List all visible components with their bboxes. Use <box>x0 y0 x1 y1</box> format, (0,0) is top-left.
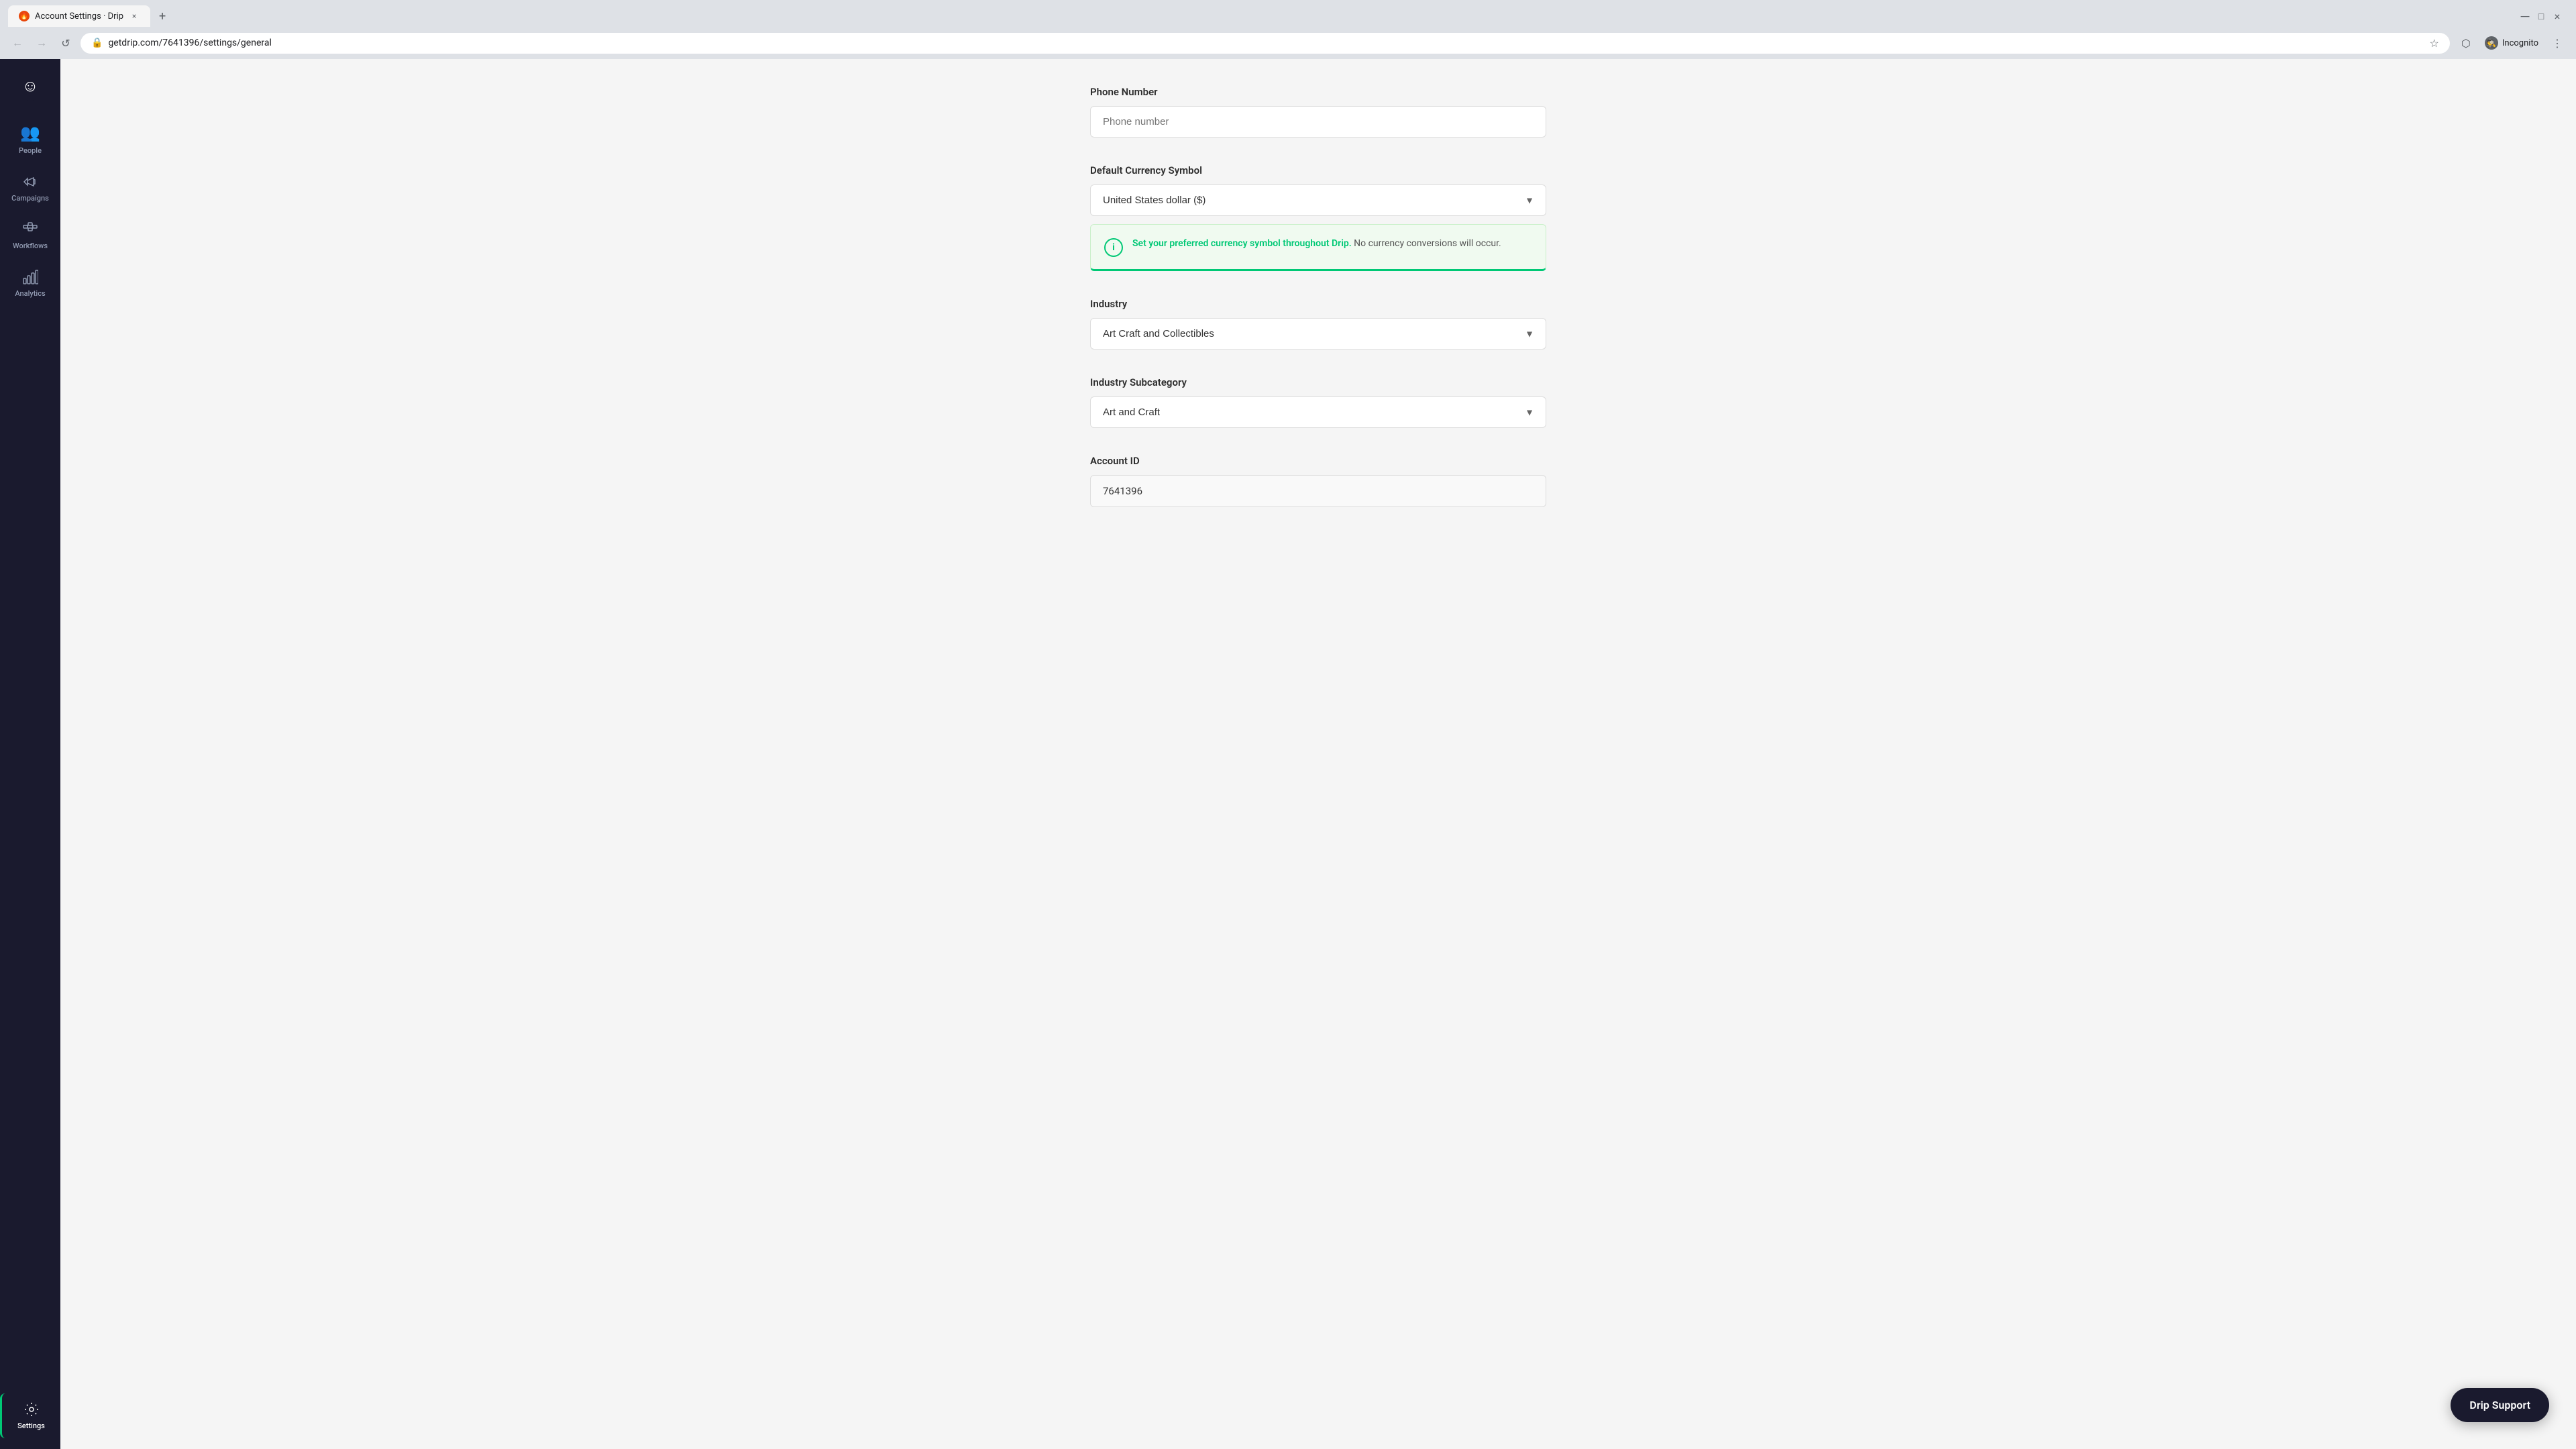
currency-select[interactable]: United States dollar ($) Euro (€) Britis… <box>1090 184 1546 216</box>
content-section: Phone Number Default Currency Symbol Uni… <box>1090 86 1546 507</box>
incognito-icon: 🕵 <box>2485 36 2498 50</box>
currency-info-text: Set your preferred currency symbol throu… <box>1132 237 1501 251</box>
drip-logo[interactable]: ☺ <box>14 70 46 102</box>
tab-favicon: 🔥 <box>19 11 30 21</box>
drip-support-label: Drip Support <box>2469 1399 2530 1411</box>
info-icon: i <box>1104 238 1123 257</box>
minimize-button[interactable]: ─ <box>2520 11 2530 21</box>
currency-info-box: i Set your preferred currency symbol thr… <box>1090 224 1546 271</box>
close-window-button[interactable]: × <box>2552 11 2563 21</box>
industry-select[interactable]: Art Craft and Collectibles Fashion Techn… <box>1090 318 1546 350</box>
workflows-icon <box>22 221 38 237</box>
back-button[interactable]: ← <box>8 34 27 52</box>
bookmark-icon[interactable]: ☆ <box>2430 37 2439 50</box>
sidebar-label-campaigns: Campaigns <box>11 194 49 203</box>
profile-button[interactable]: 🕵 Incognito <box>2479 34 2544 52</box>
browser-tab[interactable]: 🔥 Account Settings · Drip × <box>8 5 150 27</box>
maximize-button[interactable]: □ <box>2536 11 2546 21</box>
profile-label: Incognito <box>2502 38 2538 48</box>
account-id-value: 7641396 <box>1090 475 1546 507</box>
app-container: ☺ 👥 People Campaigns <box>0 59 2576 1449</box>
browser-toolbar: ← → ↺ 🔒 getdrip.com/7641396/settings/gen… <box>0 27 2576 59</box>
industry-subcategory-label: Industry Subcategory <box>1090 376 1546 388</box>
industry-subcategory-group: Industry Subcategory Art and Craft Colle… <box>1090 376 1546 428</box>
browser-titlebar: 🔥 Account Settings · Drip × + ─ □ × <box>0 0 2576 27</box>
campaigns-icon <box>22 174 38 190</box>
settings-icon <box>23 1401 40 1417</box>
currency-info-bold: Set your preferred currency symbol throu… <box>1132 238 1352 249</box>
currency-info-normal: No currency conversions will occur. <box>1352 238 1501 249</box>
account-id-label: Account ID <box>1090 455 1546 467</box>
forward-button[interactable]: → <box>32 34 51 52</box>
tab-close-button[interactable]: × <box>129 11 140 21</box>
new-tab-button[interactable]: + <box>153 7 172 25</box>
sidebar-item-analytics[interactable]: Analytics <box>0 261 60 306</box>
people-icon: 👥 <box>20 123 40 142</box>
currency-select-wrapper: United States dollar ($) Euro (€) Britis… <box>1090 184 1546 216</box>
industry-select-wrapper: Art Craft and Collectibles Fashion Techn… <box>1090 318 1546 350</box>
extensions-button[interactable]: ⬡ <box>2455 32 2477 54</box>
phone-number-label: Phone Number <box>1090 86 1546 98</box>
sidebar-label-workflows: Workflows <box>13 241 48 250</box>
phone-number-input[interactable] <box>1090 106 1546 138</box>
toolbar-right: ⬡ 🕵 Incognito ⋮ <box>2455 32 2568 54</box>
tab-title: Account Settings · Drip <box>35 11 123 21</box>
browser-chrome: 🔥 Account Settings · Drip × + ─ □ × ← → … <box>0 0 2576 59</box>
svg-text:☺: ☺ <box>22 76 39 95</box>
reload-button[interactable]: ↺ <box>56 34 75 52</box>
sidebar-item-settings[interactable]: Settings <box>0 1393 60 1438</box>
industry-group: Industry Art Craft and Collectibles Fash… <box>1090 298 1546 350</box>
account-id-group: Account ID 7641396 <box>1090 455 1546 507</box>
lock-icon: 🔒 <box>91 38 103 48</box>
industry-subcategory-select[interactable]: Art and Craft Collectibles Handmade Jewe… <box>1090 396 1546 428</box>
currency-symbol-label: Default Currency Symbol <box>1090 164 1546 176</box>
main-content: Phone Number Default Currency Symbol Uni… <box>60 59 2576 1449</box>
sidebar-label-settings: Settings <box>17 1421 45 1430</box>
sidebar-label-analytics: Analytics <box>15 289 45 298</box>
phone-number-group: Phone Number <box>1090 86 1546 138</box>
sidebar-item-people[interactable]: 👥 People <box>0 115 60 163</box>
sidebar-item-workflows[interactable]: Workflows <box>0 213 60 258</box>
sidebar-item-campaigns[interactable]: Campaigns <box>0 166 60 211</box>
address-text: getdrip.com/7641396/settings/general <box>108 38 2424 48</box>
industry-subcategory-select-wrapper: Art and Craft Collectibles Handmade Jewe… <box>1090 396 1546 428</box>
sidebar-label-people: People <box>19 146 42 155</box>
currency-symbol-group: Default Currency Symbol United States do… <box>1090 164 1546 271</box>
analytics-icon <box>22 269 38 285</box>
address-bar[interactable]: 🔒 getdrip.com/7641396/settings/general ☆ <box>80 33 2450 54</box>
industry-label: Industry <box>1090 298 1546 310</box>
drip-support-button[interactable]: Drip Support <box>2451 1388 2549 1422</box>
menu-button[interactable]: ⋮ <box>2546 32 2568 54</box>
sidebar: ☺ 👥 People Campaigns <box>0 59 60 1449</box>
